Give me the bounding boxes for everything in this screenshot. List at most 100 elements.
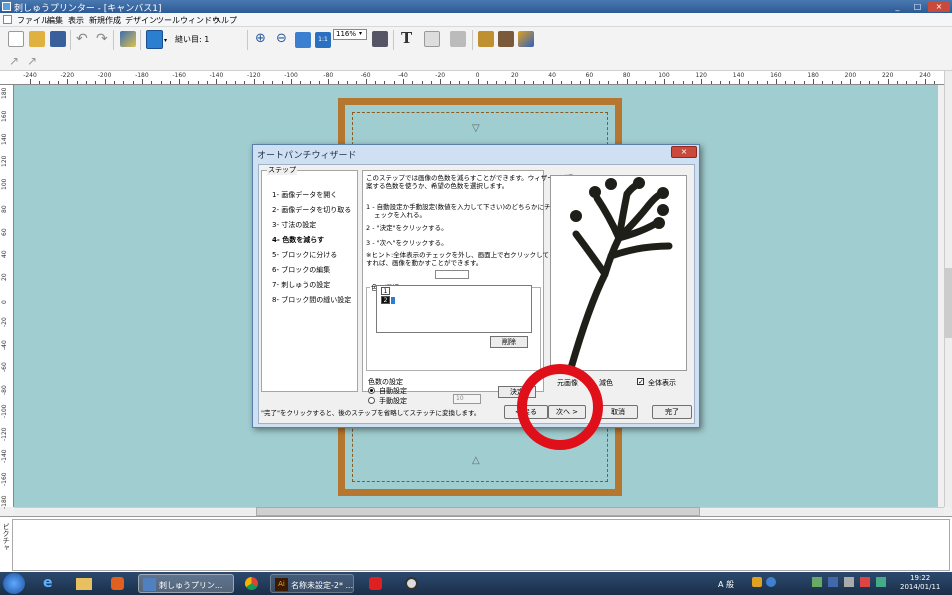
ime-indicator[interactable]: A 般 [718,579,734,590]
color-tool-icon[interactable] [120,31,136,47]
chrome-icon[interactable] [238,574,266,593]
chevron-down-icon[interactable]: ▾ [164,37,167,44]
minimize-button[interactable]: _ [888,1,907,12]
menu-tools[interactable]: ツール [156,15,180,26]
app-icon [2,2,11,11]
node-tool-icon[interactable]: ↗ [27,54,37,68]
dialog-close-button[interactable]: × [671,146,697,158]
menu-file[interactable]: ファイル [17,15,49,26]
clock[interactable]: 19:22 2014/01/11 [900,574,940,592]
photo-stitch-icon[interactable] [498,31,514,47]
cancel-button[interactable]: 取消 [598,405,638,419]
monogram-icon[interactable] [424,31,440,47]
ruler-tick [281,81,283,84]
ruler-tick [635,81,637,84]
bottom-marker-icon: △ [472,455,480,466]
ruler-tick [123,81,125,84]
ruler-tick [897,81,899,84]
actual-size-icon[interactable]: 1:1 [315,32,331,48]
settings-icon[interactable] [518,31,534,47]
ruler-label: 0 [475,72,480,79]
delete-button[interactable]: 削除 [490,336,528,348]
ruler-label: 60 [1,228,8,236]
menu-new[interactable]: 新規作成 [89,15,121,26]
finish-button[interactable]: 完了 [652,405,692,419]
ruler-label: -120 [1,427,8,441]
manual-radio[interactable] [368,397,375,404]
color-list[interactable]: 1 2 [376,285,532,333]
ruler-tick [328,79,330,84]
ruler-tick [766,81,768,84]
system-tray[interactable] [752,577,892,589]
ruler-tick [253,79,255,84]
ruler-tick [235,81,237,84]
auto-radio[interactable] [368,387,375,394]
arrow-tool-icon[interactable]: ↗ [9,54,19,68]
menu-design[interactable]: デザイン [125,15,157,26]
preview-area[interactable] [550,175,687,372]
color-list-item[interactable]: 2 [381,296,390,304]
ruler-tick [710,81,712,84]
menu-edit[interactable]: 編集 [47,15,63,26]
print-icon[interactable] [372,31,388,47]
ruler-label: 200 [844,72,857,79]
app-red-icon[interactable] [362,574,390,593]
color-count-spinner[interactable]: 10 [453,394,481,404]
ruler-tick [775,79,777,84]
ruler-label: 180 [1,87,8,99]
ruler-label: 140 [732,72,745,79]
text-tool-icon[interactable]: T [401,29,412,47]
ruler-label: -100 [1,404,8,418]
ruler-label: 220 [881,72,894,79]
instruction-text: 案する色数を使うか、希望の色数を選択します。 [366,182,509,190]
ruler-tick [402,79,404,84]
ruler-label: -40 [398,72,408,79]
ruler-label: 40 [1,250,8,259]
task-illustrator[interactable]: Ai 名称未設定-2* ... [270,574,354,593]
thread-color-icon[interactable] [146,30,163,49]
ruler-label: 0 [1,300,8,304]
menu-view[interactable]: 表示 [68,15,84,26]
ruler-label: -80 [323,72,334,79]
color-list-item[interactable]: 1 [381,287,390,295]
explorer-icon[interactable] [70,574,98,593]
vertical-scroll-thumb[interactable] [944,268,952,338]
redo-icon[interactable]: ↷ [96,31,108,47]
picture-panel-area[interactable] [12,519,950,571]
full-view-checkbox[interactable]: ✓ [637,378,644,386]
zoom-fit-icon[interactable] [295,32,311,48]
ie-icon[interactable]: e [36,574,64,593]
zoom-in-icon[interactable]: ⊕ [255,31,266,46]
ruler-label: -160 [172,72,186,79]
ruler-tick [39,81,41,84]
step-item: 2- 画像データを切り取る [272,206,352,214]
media-player-icon[interactable] [104,574,132,593]
ruler-label: -140 [1,449,8,464]
main-toolbar: ↶ ↷ ▾ 縫い目: 1 ⊕ ⊖ 1:1 116% ▾ T [0,27,952,53]
zoom-out-icon[interactable]: ⊖ [276,31,287,46]
close-button[interactable]: × [928,1,950,12]
ruler-tick [365,79,367,84]
maximize-button[interactable]: □ [908,1,927,12]
ruler-tick [813,79,815,84]
chevron-down-icon[interactable]: ▾ [359,30,362,37]
start-button[interactable] [3,573,25,594]
ruler-label: 80 [1,205,8,213]
menu-help[interactable]: ヘルプ [213,15,237,26]
ruler-tick [682,81,684,84]
ruler-tick [356,81,358,84]
open-folder-icon[interactable] [29,31,45,47]
ruler-tick [263,81,265,84]
task-embroidery-printer[interactable]: 刺しゅうプリン... [138,574,234,593]
save-icon[interactable] [50,31,66,47]
autopunch-icon[interactable] [478,31,494,47]
undo-icon[interactable]: ↶ [76,31,88,47]
picture-panel-label: ピクチャ [2,523,10,551]
app-round-icon[interactable] [398,574,426,593]
horizontal-scroll-thumb[interactable] [256,507,700,516]
ruler-tick [747,81,749,84]
ruler-tick [580,81,582,84]
new-file-icon[interactable] [8,31,24,47]
ruler-tick [887,79,889,84]
stitch-tool-icon[interactable] [450,31,466,47]
